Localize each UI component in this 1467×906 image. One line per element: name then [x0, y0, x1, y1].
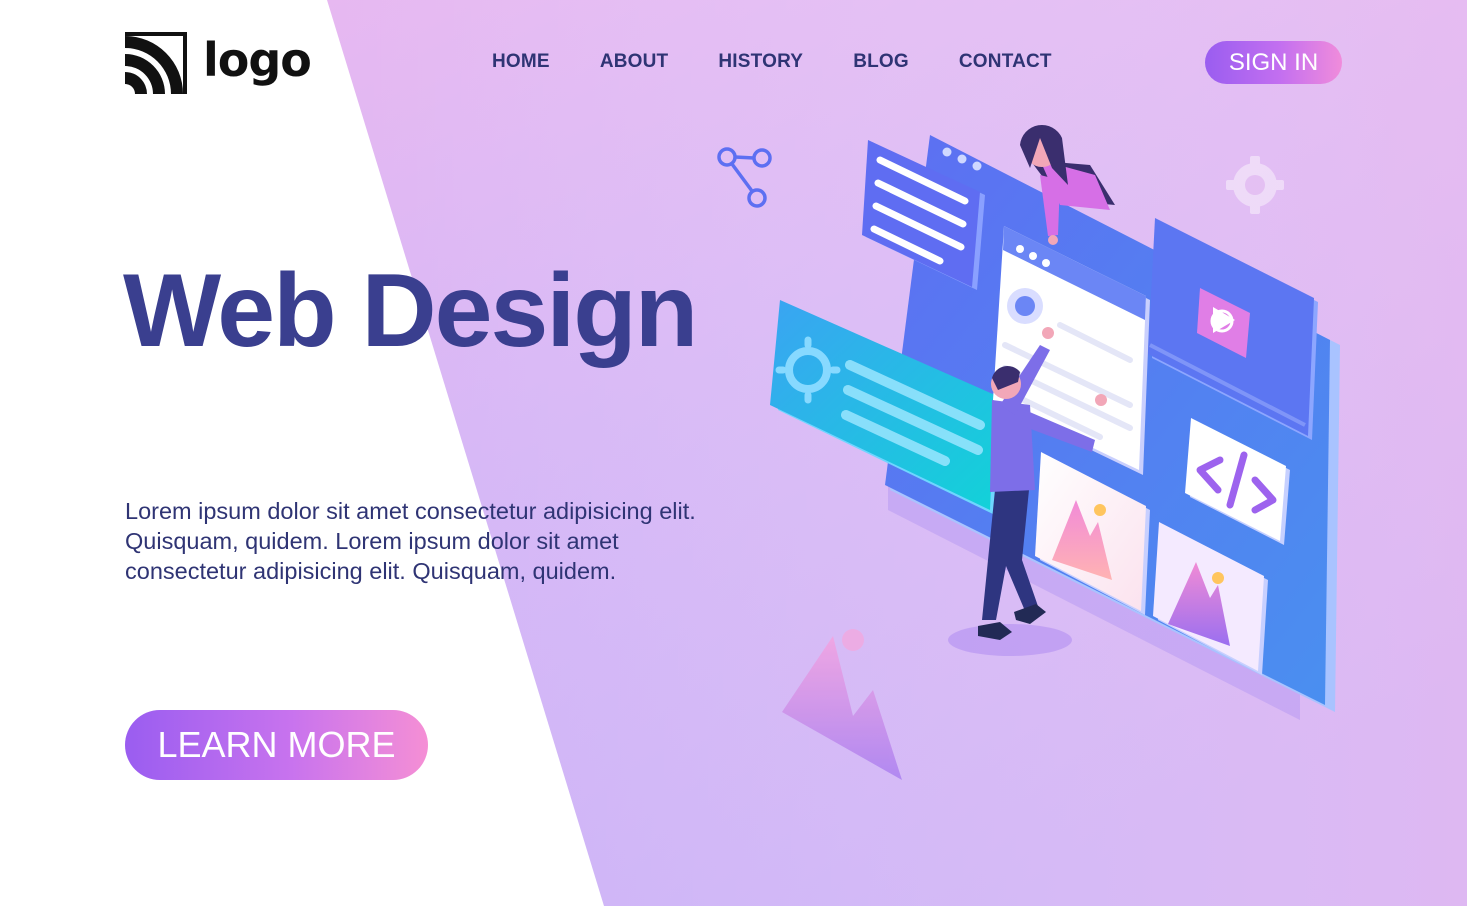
logo-wifi-mark-icon — [125, 32, 187, 94]
main-nav: HOME ABOUT HISTORY BLOG CONTACT — [492, 50, 1052, 74]
nav-home[interactable]: HOME — [492, 50, 550, 74]
learn-more-button[interactable]: LEARN MORE — [125, 710, 428, 780]
site-logo[interactable]: logo — [125, 32, 312, 94]
logo-text: logo — [203, 33, 312, 87]
sign-in-button[interactable]: SIGN IN — [1205, 41, 1342, 84]
nav-contact[interactable]: CONTACT — [959, 50, 1052, 74]
nav-history[interactable]: HISTORY — [718, 50, 803, 74]
hero-description: Lorem ipsum dolor sit amet consectetur a… — [125, 498, 696, 584]
nav-blog[interactable]: BLOG — [853, 50, 909, 74]
nav-about[interactable]: ABOUT — [600, 50, 669, 74]
page-title: Web Design — [123, 253, 698, 369]
